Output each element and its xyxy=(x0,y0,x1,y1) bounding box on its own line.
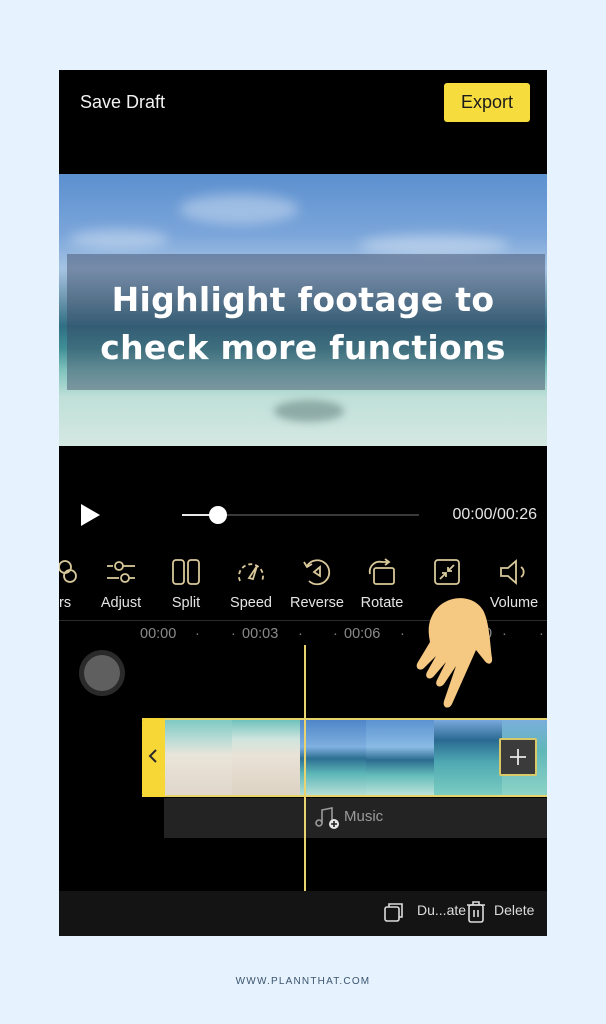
tool-label: Reverse xyxy=(290,595,344,611)
ruler-tick: 00:06 xyxy=(344,626,381,642)
adjust-sliders-icon xyxy=(107,561,135,583)
video-preview[interactable]: Highlight footage to check more function… xyxy=(59,174,547,446)
scrubber-knob[interactable] xyxy=(208,506,227,524)
duplicate-button[interactable]: Du...ate xyxy=(417,902,466,918)
export-button[interactable]: Export xyxy=(444,83,530,122)
header: Save Draft Export xyxy=(59,70,547,174)
add-music-track[interactable]: Music xyxy=(164,798,547,838)
time-readout: 00:00/00:26 xyxy=(452,506,537,523)
ruler-dot: · xyxy=(195,626,200,642)
video-clip-track[interactable] xyxy=(142,718,547,797)
playback-scrubber[interactable] xyxy=(182,506,419,524)
rotate-icon xyxy=(368,558,395,585)
seaweed-patch xyxy=(274,400,344,422)
clip-thumbnail xyxy=(165,720,232,795)
ruler-tick: 00:00 xyxy=(140,626,177,642)
bottom-action-bar: Du...ate Delete xyxy=(59,891,547,936)
playhead[interactable] xyxy=(304,645,306,891)
tool-label: Speed xyxy=(230,595,272,611)
ruler-tick: 00:03 xyxy=(242,626,279,642)
tool-label: Adjust xyxy=(100,595,142,611)
ruler-dot: · xyxy=(333,626,338,642)
delete-button[interactable]: Delete xyxy=(494,902,534,918)
music-note-add-icon xyxy=(315,807,339,829)
tool-crop[interactable] xyxy=(412,556,482,595)
speedometer-icon xyxy=(238,563,264,582)
tool-reverse[interactable]: Reverse xyxy=(282,556,352,611)
filters-icon xyxy=(59,560,77,583)
tool-adjust[interactable]: Adjust xyxy=(86,556,156,611)
cloud xyxy=(69,229,169,249)
chevron-left-icon xyxy=(148,749,157,763)
overlay-line-2: check more functions xyxy=(100,328,506,367)
pointing-hand-icon xyxy=(416,598,493,708)
save-draft-button[interactable]: Save Draft xyxy=(80,92,165,113)
clip-thumbnail xyxy=(232,720,300,795)
clip-thumbnail xyxy=(300,720,366,795)
volume-icon xyxy=(500,559,525,585)
clip-trim-handle[interactable] xyxy=(142,718,165,797)
cloud xyxy=(179,194,299,224)
voiceover-record-button[interactable] xyxy=(79,650,125,696)
overlay-caption: Highlight footage to check more function… xyxy=(59,276,547,372)
ruler-dot: · xyxy=(298,626,303,642)
music-label: Music xyxy=(344,808,384,825)
overlay-line-1: Highlight footage to xyxy=(111,280,495,319)
phone-screen: Save Draft Export Highlight footage to c… xyxy=(59,70,547,936)
plus-icon xyxy=(510,749,526,765)
trash-icon[interactable] xyxy=(466,900,486,924)
clip-thumbnail xyxy=(434,720,502,795)
tool-speed[interactable]: Speed xyxy=(216,556,286,611)
tool-split[interactable]: Split xyxy=(151,556,221,611)
ruler-dot: · xyxy=(539,626,544,642)
reverse-icon xyxy=(303,559,331,586)
ruler-dot: · xyxy=(502,626,507,642)
cloud xyxy=(359,234,509,256)
clip-thumbnail xyxy=(366,720,434,795)
footer-site-url[interactable]: WWW.PLANNTHAT.COM xyxy=(0,976,606,987)
ruler-dot: · xyxy=(231,626,236,642)
crop-shrink-icon xyxy=(434,559,460,585)
play-icon[interactable] xyxy=(79,503,101,527)
duplicate-icon[interactable] xyxy=(383,901,405,923)
add-clip-button[interactable] xyxy=(499,738,537,776)
tool-label: Split xyxy=(171,595,201,611)
split-icon xyxy=(172,559,200,585)
